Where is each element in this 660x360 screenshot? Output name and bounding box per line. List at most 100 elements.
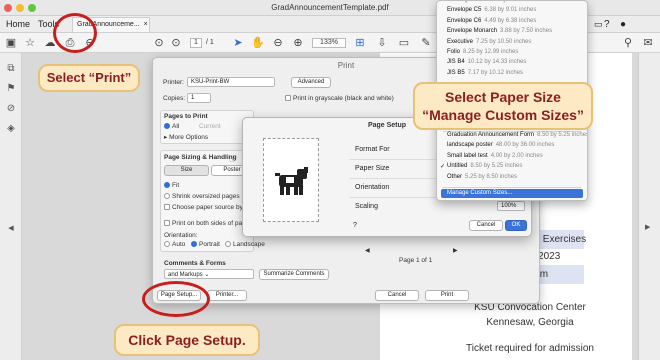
hand-tool-icon[interactable]: ✋ <box>250 35 266 51</box>
page-setup-ok-button[interactable]: OK <box>505 220 527 231</box>
fit-page-icon[interactable]: ⊞ <box>352 35 368 51</box>
copies-input[interactable]: 1 <box>187 93 211 103</box>
all-pages-option[interactable]: All <box>164 123 179 130</box>
help-button[interactable]: ? <box>353 222 357 229</box>
comments-select[interactable]: and Markups ⌄ <box>164 269 254 279</box>
zoom-in-icon[interactable]: ⊕ <box>290 35 306 51</box>
printer-button[interactable]: Printer... <box>207 290 247 301</box>
more-options-toggle[interactable]: ▸ More Options <box>164 133 208 141</box>
fit-label: Fit <box>172 182 180 189</box>
paper-size-item[interactable]: Envelope C5 6.38 by 9.01 inches <box>447 7 536 13</box>
paper-size-item[interactable]: Envelope #10 4.12 by 9.5 inches <box>447 0 535 3</box>
collapse-right-icon[interactable]: ▶ <box>645 223 650 231</box>
orientation-label: Orientation: <box>164 232 198 239</box>
paper-size-name: Envelope #10 <box>447 0 484 3</box>
current-page-option[interactable]: Current <box>199 123 221 130</box>
share-icon[interactable]: ▭ <box>594 19 603 30</box>
manage-custom-sizes-item[interactable]: Manage Custom Sizes... <box>447 190 512 196</box>
print-icon-highlight-circle <box>53 13 97 53</box>
bookmark-icon[interactable]: ⚑ <box>5 83 17 95</box>
custom-paper-size-item[interactable]: Other 5.25 by 8.50 inches <box>447 174 517 180</box>
page-setup-cancel-button[interactable]: Cancel <box>469 220 503 231</box>
attachment-icon[interactable]: ⊘ <box>5 103 17 115</box>
right-rail: ▶ <box>638 53 660 360</box>
all-radio[interactable] <box>164 123 170 130</box>
paper-size-item[interactable]: Folio 8.25 by 12.99 inches <box>447 49 518 55</box>
custom-paper-size-name: Other <box>447 173 463 180</box>
preview-prev-icon[interactable]: ◀ <box>365 247 370 254</box>
fit-radio[interactable] <box>164 182 170 189</box>
scaling-input[interactable]: 100% <box>497 201 525 211</box>
custom-paper-size-item[interactable]: Small label test 4.00 by 2.00 inches <box>447 153 543 159</box>
cancel-print-button[interactable]: Cancel <box>375 290 419 301</box>
select-print-callout: Select “Print” <box>38 64 140 92</box>
auto-radio[interactable] <box>164 241 170 248</box>
paper-size-item[interactable]: Envelope C6 4.49 by 6.38 inches <box>447 18 536 24</box>
previous-page-icon[interactable]: ⊙ <box>151 35 167 51</box>
comments-heading: Comments & Forms <box>164 260 226 267</box>
paper-size-item[interactable]: Envelope Monarch 3.88 by 7.50 inches <box>447 28 552 34</box>
close-tab-icon[interactable]: × <box>144 21 148 28</box>
advanced-button[interactable]: Advanced <box>291 77 331 88</box>
summarize-comments-button[interactable]: Summarize Comments <box>259 269 329 280</box>
paper-size-item[interactable]: JIS B5 7.17 by 10.12 inches <box>447 70 523 76</box>
menu-separator <box>443 187 581 188</box>
landscape-radio[interactable] <box>225 241 231 248</box>
paper-size-item[interactable]: Executive 7.25 by 10.50 inches <box>447 39 531 45</box>
save-icon[interactable]: ▣ <box>3 35 19 51</box>
pen-icon[interactable]: ✎ <box>418 35 434 51</box>
copies-label: Copies: <box>163 95 186 102</box>
custom-paper-size-item[interactable]: landscape poster 48.00 by 36.00 inches <box>447 142 554 148</box>
edit-icon[interactable]: ✉ <box>640 35 656 51</box>
scroll-mode-icon[interactable]: ⇩ <box>374 35 390 51</box>
collapse-left-icon[interactable]: ◀ <box>5 223 17 235</box>
printer-select[interactable]: KSU-Print-BW <box>187 77 275 87</box>
page-number-input[interactable]: 1 <box>190 38 202 48</box>
shrink-option[interactable]: Shrink oversized pages <box>164 193 240 200</box>
shrink-radio[interactable] <box>164 193 170 200</box>
custom-paper-size-item[interactable]: Graduation Announcement Form 8.50 by 5.25… <box>447 132 587 138</box>
custom-paper-size-dimensions: 8.50 by 5.25 inches <box>470 163 523 170</box>
portrait-option[interactable]: Portrait <box>191 241 220 248</box>
account-icon[interactable]: ● <box>620 19 626 30</box>
custom-paper-size-item[interactable]: ✓ Untitled 8.50 by 5.25 inches <box>440 163 523 170</box>
pages-thumbnail-icon[interactable]: ⧉ <box>5 63 17 75</box>
paper-size-item[interactable]: JIS B4 10.12 by 14.33 inches <box>447 59 526 65</box>
grayscale-checkbox[interactable] <box>285 95 291 102</box>
sizing-heading: Page Sizing & Handling <box>164 154 237 161</box>
landscape-option[interactable]: Landscape <box>225 241 265 248</box>
zoom-level-select[interactable]: 133% <box>312 38 346 48</box>
paper-size-name: Envelope C6 <box>447 17 482 24</box>
sizing-info-icon[interactable]: ⓘ <box>229 153 236 163</box>
next-page-icon[interactable]: ⊙ <box>168 35 184 51</box>
help-icon[interactable]: ? <box>604 19 610 30</box>
choose-source-checkbox[interactable] <box>164 204 170 211</box>
portrait-radio[interactable] <box>191 241 197 248</box>
grayscale-option[interactable]: Print in grayscale (black and white) <box>285 95 394 102</box>
custom-paper-size-dimensions: 5.25 by 8.50 inches <box>465 173 518 180</box>
comment-icon[interactable]: ▭ <box>396 35 412 51</box>
printer-label: Printer: <box>163 79 184 86</box>
custom-paper-size-dimensions: 4.00 by 2.00 inches <box>490 152 543 159</box>
select-cursor-icon[interactable]: ➤ <box>230 35 246 51</box>
both-sides-option[interactable]: Print on both sides of paper <box>164 220 252 227</box>
pages-to-print-heading: Pages to Print <box>164 113 208 120</box>
bookmark-star-icon[interactable]: ☆ <box>22 35 38 51</box>
all-label: All <box>172 123 180 130</box>
both-sides-checkbox[interactable] <box>164 220 170 227</box>
auto-orientation-option[interactable]: Auto <box>164 241 185 248</box>
preview-next-icon[interactable]: ▶ <box>453 247 458 254</box>
paper-size-name: Envelope Monarch <box>447 28 498 35</box>
size-tab[interactable]: Size <box>164 165 209 176</box>
print-button[interactable]: Print <box>425 290 469 301</box>
custom-paper-size-name: landscape poster <box>447 142 493 149</box>
grayscale-label: Print in grayscale (black and white) <box>293 95 394 102</box>
page-total: / 1 <box>206 39 214 46</box>
left-navigation-rail: ⧉ ⚑ ⊘ ◈ ◀ <box>0 53 22 360</box>
zoom-out-icon[interactable]: ⊖ <box>270 35 286 51</box>
fit-option[interactable]: Fit <box>164 182 179 189</box>
paper-size-name: JIS B5 <box>447 69 465 76</box>
home-tab[interactable]: Home <box>6 19 30 29</box>
layers-icon[interactable]: ◈ <box>5 123 17 135</box>
link-icon[interactable]: ⚲ <box>620 35 636 51</box>
